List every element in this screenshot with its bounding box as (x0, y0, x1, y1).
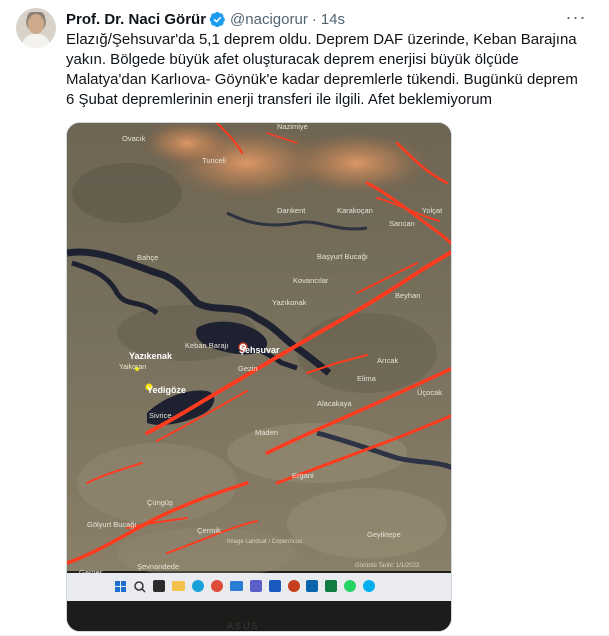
map-label-karakocan: Karakoçan (337, 206, 373, 215)
separator-dot: · (311, 10, 317, 28)
map-label-yaikoran: Yaikoran (119, 364, 146, 371)
chrome-icon[interactable] (211, 580, 223, 592)
map-label-beyhan: Beyhan (395, 291, 420, 300)
map-label-bahce: Bahçe (137, 253, 158, 262)
author-handle[interactable]: @nacigorur (230, 11, 308, 28)
author-name[interactable]: Prof. Dr. Naci Görür (66, 11, 206, 28)
mail-icon[interactable] (230, 581, 243, 591)
skype-icon[interactable] (363, 580, 375, 592)
map-label-cungus: Çüngüş (147, 498, 173, 507)
map-label-keban-baraji: Keban Barajı (185, 341, 228, 350)
tweet-photo[interactable]: Nazimiye Tunceli Ovacık Darıkent Karakoç… (66, 122, 452, 632)
author-avatar[interactable] (16, 8, 56, 48)
map-label-geyiktepe: Geyiktepe (367, 530, 401, 539)
whatsapp-icon[interactable] (344, 580, 356, 592)
tweet-timestamp[interactable]: 14s (321, 11, 345, 28)
map-label-golyurt: Gölyurt Bucağı (87, 520, 137, 529)
map-label-elima: Elima (357, 374, 377, 383)
map-label-kovancilar: Kovancılar (293, 276, 329, 285)
outlook-icon[interactable] (306, 580, 318, 592)
map-label-aricak: Arıcak (377, 356, 399, 365)
map-label-sevnandede: Şevnandede (137, 562, 179, 571)
file-explorer-icon[interactable] (153, 580, 165, 592)
excel-icon[interactable] (325, 580, 337, 592)
laptop-brand-logo: ASUS (227, 621, 260, 631)
map-label-cermik: Çermik (197, 526, 221, 535)
map-label-saricam: Sarıcan (389, 219, 415, 228)
edge-icon[interactable] (192, 580, 204, 592)
map-label-yazikenak: Yazıkenak (129, 351, 173, 361)
map-label-gezin: Gezin (238, 364, 258, 373)
folder-icon[interactable] (172, 581, 185, 591)
map-label-sivrice: Sivrice (149, 411, 172, 420)
word-icon[interactable] (269, 580, 281, 592)
map-label-yazikonak-map: Yazıkonak (272, 298, 307, 307)
map-attribution: Image Landsat / Copernicus (227, 539, 302, 545)
tweet[interactable]: Prof. Dr. Naci Görür @nacigorur · 14s ··… (0, 0, 609, 636)
tweet-header: Prof. Dr. Naci Görür @nacigorur · 14s (66, 9, 345, 29)
map-label-ergani: Ergani (292, 471, 314, 480)
map-label-tunceli: Tunceli (202, 156, 226, 165)
map-label-alacakaya: Alacakaya (317, 399, 352, 408)
map-label-ovacik: Ovacık (122, 134, 146, 143)
map-label-basyurt: Başyurt Bucağı (317, 252, 368, 261)
powerpoint-icon[interactable] (288, 580, 300, 592)
tweet-text: Elazığ/Şehsuvar'da 5,1 deprem oldu. Depr… (66, 31, 578, 108)
satellite-map: Nazimiye Tunceli Ovacık Darıkent Karakoç… (67, 123, 451, 631)
map-label-ucocak: Üçocak (417, 388, 442, 397)
more-options-icon[interactable]: ··· (565, 7, 587, 27)
map-label-darikent: Darıkent (277, 206, 306, 215)
imagery-date: Görüntü Tarihi: 1/1/2023 (355, 563, 420, 569)
map-label-sehsuvar: Şehsuvar (239, 345, 280, 355)
map-label-nazimiye: Nazimiye (277, 123, 308, 131)
teams-icon[interactable] (250, 580, 262, 592)
map-label-yolcat: Yolçat (422, 206, 443, 215)
verified-badge-icon (209, 11, 225, 27)
map-label-maden: Maden (255, 428, 278, 437)
map-label-yedigoze: Yedigöze (147, 385, 186, 395)
